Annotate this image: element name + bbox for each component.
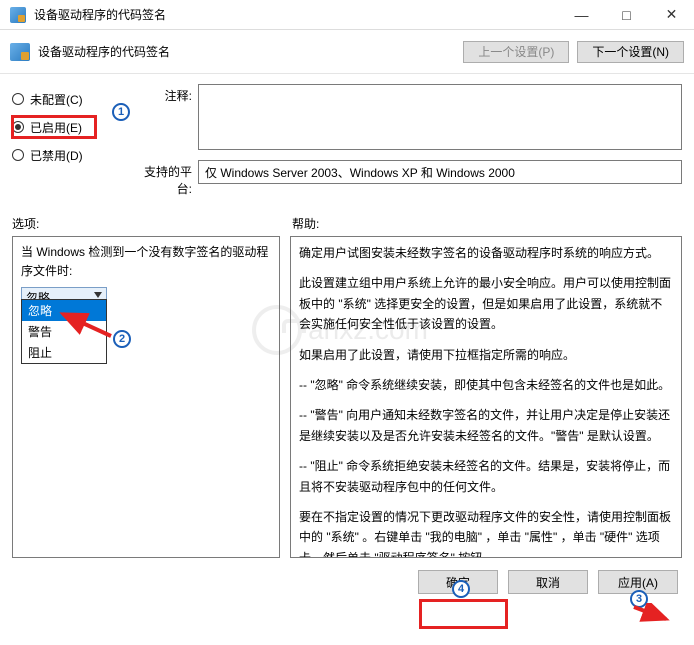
radio-enabled[interactable]: 已启用(E) bbox=[12, 116, 132, 138]
help-text: -- "警告" 向用户通知未经数字签名的文件，并让用户决定是停止安装还是继续安装… bbox=[299, 405, 673, 446]
help-text: 此设置建立组中用户系统上允许的最小安全响应。用户可以使用控制面板中的 "系统" … bbox=[299, 273, 673, 334]
options-prompt: 当 Windows 检测到一个没有数字签名的驱动程序文件时: bbox=[21, 243, 271, 281]
next-setting-button[interactable]: 下一个设置(N) bbox=[577, 41, 684, 63]
radio-icon bbox=[12, 149, 24, 161]
dropdown-option-ignore[interactable]: 忽略 bbox=[22, 300, 106, 321]
help-text: 如果启用了此设置，请使用下拉框指定所需的响应。 bbox=[299, 345, 673, 365]
radio-icon bbox=[12, 121, 24, 133]
panes: 当 Windows 检测到一个没有数字签名的驱动程序文件时: 忽略 忽略 警告 … bbox=[0, 236, 694, 558]
titlebar: 设备驱动程序的代码签名 ― □ ✕ bbox=[0, 0, 694, 30]
apply-button[interactable]: 应用(A) bbox=[598, 570, 678, 594]
platform-value: 仅 Windows Server 2003、Windows XP 和 Windo… bbox=[198, 160, 682, 184]
help-pane: 确定用户试图安装未经数字签名的设备驱动程序时系统的响应方式。 此设置建立组中用户… bbox=[290, 236, 682, 558]
ok-button[interactable]: 确定 bbox=[418, 570, 498, 594]
radio-disabled[interactable]: 已禁用(D) bbox=[12, 144, 132, 166]
radio-group: 未配置(C) 已启用(E) 已禁用(D) bbox=[12, 84, 132, 207]
radio-label: 未配置(C) bbox=[30, 91, 83, 108]
dropdown-option-block[interactable]: 阻止 bbox=[22, 342, 106, 363]
fields-col: 注释: 支持的平台: 仅 Windows Server 2003、Windows… bbox=[132, 84, 682, 207]
window-title: 设备驱动程序的代码签名 bbox=[34, 6, 559, 23]
section-labels: 选项: 帮助: bbox=[0, 215, 694, 236]
response-dropdown: 忽略 警告 阻止 bbox=[21, 299, 107, 364]
close-button[interactable]: ✕ bbox=[649, 0, 694, 29]
dropdown-option-warn[interactable]: 警告 bbox=[22, 321, 106, 342]
radio-unconfigured[interactable]: 未配置(C) bbox=[12, 88, 132, 110]
subheader-title: 设备驱动程序的代码签名 bbox=[38, 43, 170, 60]
help-label: 帮助: bbox=[292, 215, 319, 232]
radio-label: 已启用(E) bbox=[30, 119, 82, 136]
dialog-buttons: 确定 取消 应用(A) bbox=[0, 558, 694, 606]
radio-icon bbox=[12, 93, 24, 105]
policy-icon bbox=[10, 43, 30, 61]
comment-label: 注释: bbox=[132, 84, 198, 150]
annotation-arrow-3 bbox=[628, 603, 676, 629]
minimize-button[interactable]: ― bbox=[559, 0, 604, 29]
app-icon bbox=[10, 7, 26, 23]
chevron-down-icon bbox=[94, 292, 102, 298]
options-pane: 当 Windows 检测到一个没有数字签名的驱动程序文件时: 忽略 忽略 警告 … bbox=[12, 236, 280, 558]
options-label: 选项: bbox=[12, 215, 292, 232]
platform-label: 支持的平台: bbox=[132, 160, 198, 197]
comment-textarea[interactable] bbox=[198, 84, 682, 150]
radio-label: 已禁用(D) bbox=[30, 147, 83, 164]
window-buttons: ― □ ✕ bbox=[559, 0, 694, 29]
help-text: 要在不指定设置的情况下更改驱动程序文件的安全性，请使用控制面板中的 "系统" 。… bbox=[299, 507, 673, 558]
subheader: 设备驱动程序的代码签名 上一个设置(P) 下一个设置(N) bbox=[0, 30, 694, 74]
maximize-button[interactable]: □ bbox=[604, 0, 649, 29]
config-section: 未配置(C) 已启用(E) 已禁用(D) 注释: 支持的平台: 仅 Window… bbox=[0, 74, 694, 215]
cancel-button[interactable]: 取消 bbox=[508, 570, 588, 594]
prev-setting-button[interactable]: 上一个设置(P) bbox=[463, 41, 569, 63]
help-text: -- "阻止" 命令系统拒绝安装未经签名的文件。结果是，安装将停止，而且将不安装… bbox=[299, 456, 673, 497]
help-text: 确定用户试图安装未经数字签名的设备驱动程序时系统的响应方式。 bbox=[299, 243, 673, 263]
help-text: -- "忽略" 命令系统继续安装，即使其中包含未经签名的文件也是如此。 bbox=[299, 375, 673, 395]
